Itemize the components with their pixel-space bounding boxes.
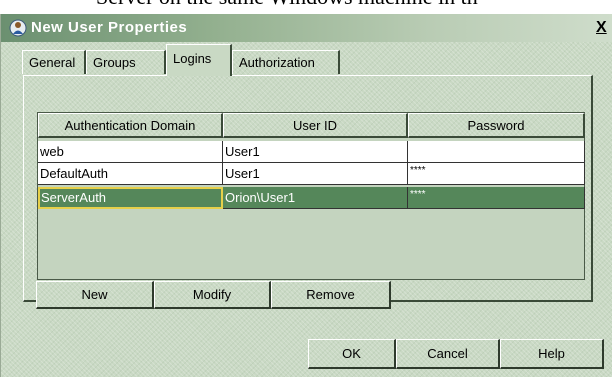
title-bar[interactable]: New User Properties X — [1, 14, 612, 42]
user-properties-icon — [9, 19, 27, 37]
remove-button[interactable]: Remove — [271, 281, 391, 309]
tab-authorization[interactable]: Authorization — [232, 50, 340, 74]
close-button[interactable]: X — [596, 20, 610, 36]
new-button[interactable]: New — [36, 281, 154, 309]
domain-cell[interactable]: web — [38, 141, 223, 163]
tab-groups[interactable]: Groups — [86, 50, 166, 74]
table-row[interactable]: web User1 — [38, 141, 585, 163]
user-id-cell[interactable]: User1 — [223, 163, 408, 185]
tab-general[interactable]: General — [22, 50, 86, 74]
password-cell[interactable]: **** — [408, 163, 585, 185]
column-header-password[interactable]: Password — [408, 113, 585, 138]
user-id-cell[interactable]: User1 — [223, 141, 408, 163]
help-button[interactable]: Help — [500, 339, 604, 369]
domain-cell[interactable]: DefaultAuth — [38, 163, 223, 185]
dialog-title: New User Properties — [31, 19, 188, 36]
column-header-authentication-domain[interactable]: Authentication Domain — [38, 113, 223, 138]
modify-button[interactable]: Modify — [154, 281, 271, 309]
tab-logins[interactable]: Logins — [166, 44, 232, 76]
table-row-selected[interactable]: ServerAuth Orion\User1 **** — [38, 187, 585, 209]
column-header-user-id[interactable]: User ID — [223, 113, 408, 138]
user-id-cell[interactable]: Orion\User1 — [223, 187, 408, 209]
password-cell[interactable]: **** — [408, 187, 585, 209]
document-background-text: Server on the same Windows machine in th — [96, 0, 478, 10]
table-row[interactable]: DefaultAuth User1 **** — [38, 163, 585, 185]
password-cell[interactable] — [408, 141, 585, 163]
cancel-button[interactable]: Cancel — [396, 339, 500, 369]
domain-cell[interactable]: ServerAuth — [38, 187, 223, 209]
ok-button[interactable]: OK — [308, 339, 396, 369]
